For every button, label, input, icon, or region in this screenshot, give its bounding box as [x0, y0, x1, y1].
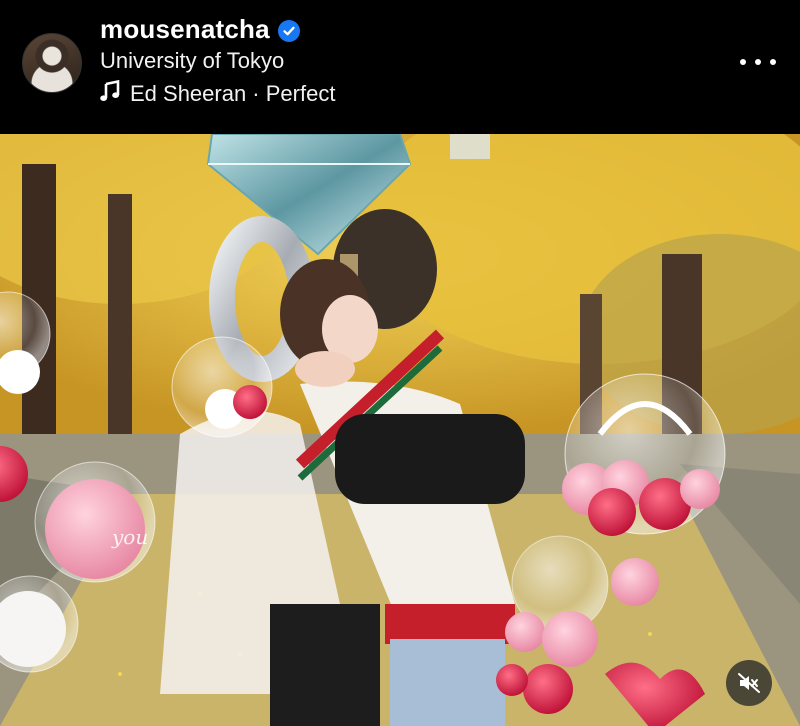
balloon-text: you — [111, 525, 148, 549]
photo-scene: you — [0, 134, 800, 726]
post-photo[interactable]: you — [0, 134, 800, 726]
location-link[interactable]: University of Tokyo — [100, 48, 284, 74]
profile-avatar[interactable] — [22, 33, 82, 93]
music-track-label: Ed Sheeran · Perfect — [130, 80, 336, 106]
username-row: mousenatcha — [100, 14, 300, 45]
music-note-icon — [100, 79, 120, 107]
username-link[interactable]: mousenatcha — [100, 14, 270, 45]
more-options-icon[interactable] — [740, 52, 776, 72]
music-attribution[interactable]: Ed Sheeran · Perfect — [100, 79, 336, 107]
verified-check-icon — [277, 19, 300, 42]
speaker-muted-icon[interactable] — [726, 660, 772, 706]
post-header: mousenatcha University of Tokyo Ed Sheer… — [0, 0, 800, 134]
